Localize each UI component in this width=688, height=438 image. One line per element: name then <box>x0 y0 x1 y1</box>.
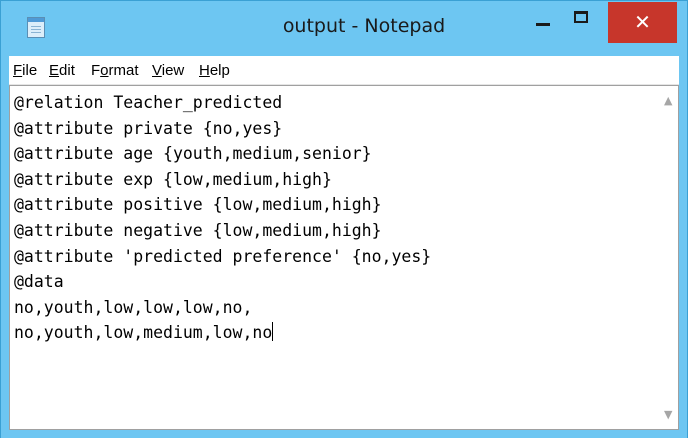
menu-file[interactable]: File <box>13 62 37 79</box>
text-editor[interactable]: @relation Teacher_predicted @attribute pr… <box>9 85 679 430</box>
text-line-with-caret: no,youth,low,medium,low,no <box>14 320 654 346</box>
menu-format[interactable]: Format <box>91 62 139 79</box>
text-line: no,youth,low,low,low,no, <box>14 297 253 317</box>
close-button[interactable]: ✕ <box>608 2 677 43</box>
menu-edit[interactable]: Edit <box>49 62 75 79</box>
scroll-up-icon[interactable]: ▲ <box>664 94 672 107</box>
text-line: @attribute 'predicted preference' {no,ye… <box>14 246 432 266</box>
minimize-button[interactable] <box>536 23 550 26</box>
menu-view[interactable]: View <box>152 62 184 79</box>
text-line: @attribute private {no,yes} <box>14 118 283 138</box>
notepad-window: output - Notepad ✕ File Edit Format View… <box>0 0 688 438</box>
window-bottom-border <box>1 430 687 438</box>
text-line: @attribute exp {low,medium,high} <box>14 169 332 189</box>
text-line: no,youth,low,medium,low,no <box>14 323 273 343</box>
menu-help[interactable]: Help <box>199 62 230 79</box>
menu-bar: File Edit Format View Help <box>9 56 679 85</box>
text-line: @attribute age {youth,medium,senior} <box>14 144 372 164</box>
maximize-button[interactable] <box>574 11 588 23</box>
text-line: @attribute positive {low,medium,high} <box>14 195 382 215</box>
text-line: @data <box>14 272 64 292</box>
title-bar[interactable]: output - Notepad ✕ <box>1 1 687 56</box>
scroll-down-icon[interactable]: ▼ <box>664 408 672 421</box>
text-line: @relation Teacher_predicted <box>14 93 283 112</box>
document-text[interactable]: @relation Teacher_predicted @attribute pr… <box>14 90 654 346</box>
vertical-scrollbar[interactable]: ▲ ▼ <box>661 86 678 429</box>
text-caret <box>272 322 274 342</box>
text-line: @attribute negative {low,medium,high} <box>14 220 382 240</box>
